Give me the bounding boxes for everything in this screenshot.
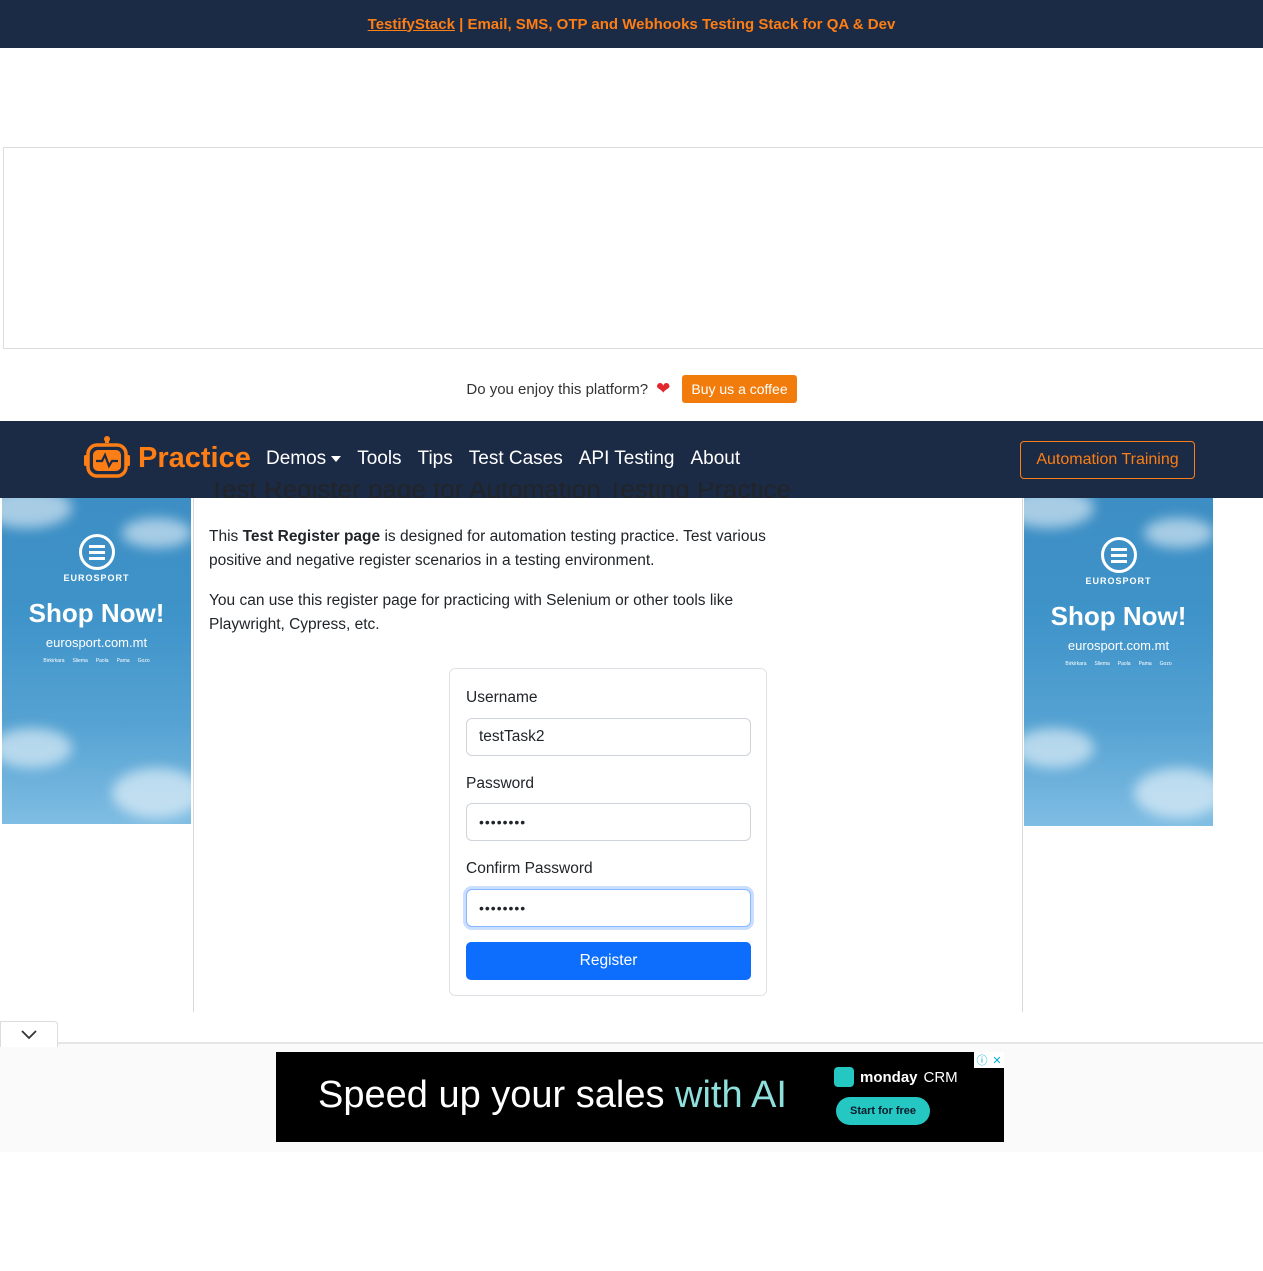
enjoy-question: Do you enjoy this platform? — [466, 380, 649, 398]
ad-location: Gozo — [1159, 661, 1172, 667]
bottom-ad-headline: Speed up your sales with AI — [318, 1074, 787, 1117]
buy-coffee-button[interactable]: Buy us a coffee — [682, 375, 797, 403]
nav-api-testing[interactable]: API Testing — [579, 448, 675, 470]
ad-locations: Birkirkara Sliema Paola Pama Gozo — [1024, 661, 1213, 667]
page-title: Test Register page for Automation Testin… — [209, 482, 791, 498]
nav-tools[interactable]: Tools — [357, 448, 401, 470]
ad-url: eurosport.com.mt — [1067, 638, 1170, 653]
nav-links: Demos Tools Tips Test Cases API Testing … — [266, 448, 740, 470]
eurosport-logo-icon — [1101, 537, 1137, 573]
confirm-password-label: Confirm Password — [466, 860, 593, 877]
nav-test-cases[interactable]: Test Cases — [469, 448, 563, 470]
confirm-password-value: •••••••• — [479, 900, 527, 916]
tools-paragraph: You can use this register page for pract… — [209, 592, 734, 633]
testifystack-link[interactable]: TestifyStack — [368, 16, 455, 33]
caret-down-icon — [331, 456, 342, 462]
ad-location: Pama — [1138, 661, 1152, 667]
ad-brand-name: EUROSPORT — [1085, 576, 1152, 586]
ad-frame-top — [3, 147, 1263, 349]
ad-location: Gozo — [137, 658, 150, 664]
ad-headline: Shop Now! — [28, 598, 165, 628]
username-value: testTask2 — [479, 728, 545, 745]
bottom-ad-text-accent: with AI — [675, 1074, 787, 1116]
intro-prefix: This — [209, 528, 243, 545]
ad-url: eurosport.com.mt — [45, 635, 148, 650]
monday-brand-name: monday — [860, 1068, 918, 1086]
adchoices-icon[interactable]: ⓘ ✕ — [974, 1052, 1004, 1068]
ad-location: Birkirkara — [1065, 661, 1087, 667]
ad-brand-name: EUROSPORT — [63, 573, 130, 583]
column-divider — [193, 498, 194, 1012]
column-divider — [1022, 498, 1023, 1012]
chevron-down-icon — [21, 1029, 37, 1039]
intro-bold: Test Register page — [242, 528, 381, 545]
brand[interactable]: Practice — [84, 436, 251, 480]
info-icon: ⓘ — [976, 1055, 988, 1067]
ad-location: Birkirkara — [43, 658, 65, 664]
intro-paragraph: This Test Register page is designed for … — [209, 525, 799, 573]
top-banner-text: | Email, SMS, OTP and Webhooks Testing S… — [454, 15, 896, 33]
eurosport-logo-icon — [79, 534, 115, 570]
ad-location: Sliema — [1094, 661, 1110, 667]
robot-logo-icon — [84, 436, 130, 478]
nav-about[interactable]: About — [691, 448, 741, 470]
collapse-ad-button[interactable] — [0, 1021, 58, 1047]
ad-locations: Birkirkara Sliema Paola Pama Gozo — [2, 658, 191, 664]
password-input[interactable]: •••••••• — [466, 803, 751, 841]
monday-brand: monday CRM — [834, 1067, 958, 1087]
ad-location: Paola — [1117, 661, 1131, 667]
monday-brand-suffix: CRM — [923, 1068, 958, 1086]
ad-location: Sliema — [72, 658, 88, 664]
register-form: Username testTask2 Password •••••••• Con… — [449, 668, 767, 996]
username-label: Username — [466, 689, 538, 706]
start-for-free-button[interactable]: Start for free — [836, 1097, 930, 1125]
top-banner: TestifyStack | Email, SMS, OTP and Webho… — [0, 0, 1263, 48]
nav-demos[interactable]: Demos — [266, 448, 342, 470]
password-label: Password — [466, 775, 535, 792]
right-side-ad[interactable]: EUROSPORT Shop Now! eurosport.com.mt Bir… — [1024, 498, 1213, 826]
monday-logo-icon — [834, 1067, 854, 1087]
register-button[interactable]: Register — [466, 942, 751, 980]
brand-name: Practice — [138, 441, 251, 474]
ad-location: Pama — [116, 658, 130, 664]
username-input[interactable]: testTask2 — [466, 718, 751, 756]
heart-icon: ❤ — [656, 379, 671, 398]
nav-tips[interactable]: Tips — [418, 448, 453, 470]
bottom-ad-text-main: Speed up your sales — [318, 1074, 676, 1116]
page-title-wrapper: Test Register page for Automation Testin… — [209, 482, 819, 498]
automation-training-button[interactable]: Automation Training — [1020, 441, 1195, 479]
left-side-ad[interactable]: EUROSPORT Shop Now! eurosport.com.mt Bir… — [2, 498, 191, 824]
ad-location: Paola — [95, 658, 109, 664]
nav-demos-label: Demos — [266, 448, 327, 469]
enjoy-row: Do you enjoy this platform? ❤ Buy us a c… — [0, 373, 1263, 405]
ad-headline: Shop Now! — [1050, 601, 1187, 631]
confirm-password-input[interactable]: •••••••• — [466, 889, 751, 927]
close-icon[interactable]: ✕ — [992, 1054, 1001, 1067]
password-value: •••••••• — [479, 814, 527, 830]
bottom-banner-ad[interactable]: Speed up your sales with AI monday CRM S… — [276, 1052, 1004, 1142]
